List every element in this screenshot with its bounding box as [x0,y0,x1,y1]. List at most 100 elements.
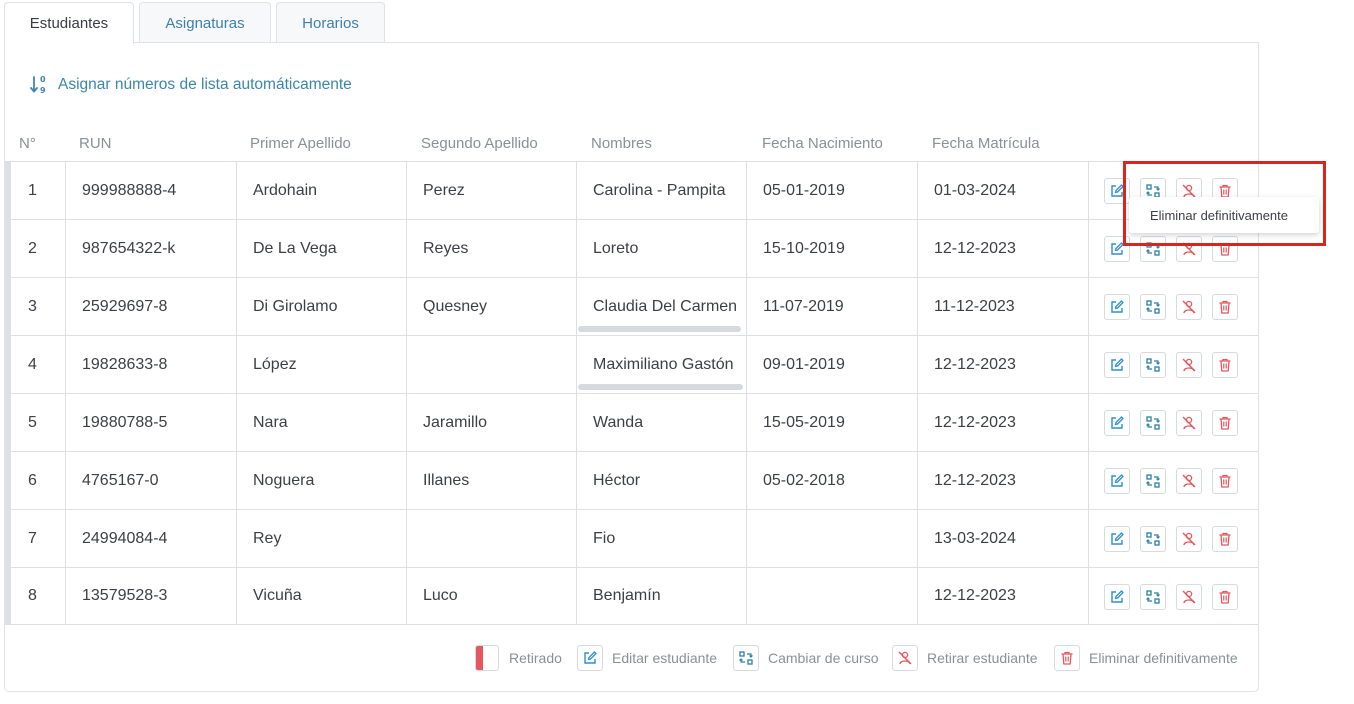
column-divider [1088,394,1089,451]
cell-run: 4765167-0 [82,471,159,489]
cell-fecha-matricula: 12-12-2023 [934,413,1016,431]
cell-segundo-apellido: Reyes [423,239,469,257]
tab-horarios[interactable]: Horarios [276,2,385,43]
cell-nombres: Héctor [593,471,641,489]
delete-student-button[interactable] [1212,410,1238,436]
column-divider [236,510,237,567]
cell-scrollbar[interactable] [578,384,743,390]
change-course-icon [1145,299,1161,315]
delete-student-button[interactable] [1212,468,1238,494]
column-divider [576,452,577,509]
change-course-button[interactable] [1140,410,1166,436]
edit-student-button[interactable] [1104,468,1130,494]
edit-icon [577,645,603,671]
edit-student-button[interactable] [1104,294,1130,320]
cell-nombres: Loreto [593,239,639,257]
cell-primer-apellido: De La Vega [253,239,337,257]
cell-run: 13579528-3 [82,587,168,604]
cell-n: 2 [28,239,37,257]
column-divider [1088,568,1089,624]
column-divider [406,510,407,567]
change-course-icon [1145,589,1161,605]
edit-student-button[interactable] [1104,352,1130,378]
withdraw-student-button[interactable] [1176,236,1202,262]
cell-segundo-apellido: Quesney [423,297,488,315]
cell-fecha-nacimiento: 05-02-2018 [763,471,845,489]
change-course-icon [1145,357,1161,373]
legend-retirado: Retirado [475,645,562,671]
cell-fecha-matricula: 01-03-2024 [934,181,1016,199]
column-divider [406,278,407,335]
change-course-button[interactable] [1140,236,1166,262]
col-header-fecha-nacimiento: Fecha Nacimiento [762,135,883,152]
withdraw-student-button[interactable] [1176,294,1202,320]
column-divider [406,336,407,393]
change-course-button[interactable] [1140,294,1166,320]
edit-student-button[interactable] [1104,178,1130,204]
column-divider [917,336,918,393]
change-course-button[interactable] [1140,468,1166,494]
change-course-button[interactable] [1140,584,1166,610]
edit-student-button[interactable] [1104,410,1130,436]
table-row: 6 4765167-0 Noguera Illanes Héctor 05-02-2018… [5,451,1258,509]
cell-run: 19880788-5 [82,413,168,431]
column-divider [917,278,918,335]
legend-retirar: Retirar estudiante [892,645,1038,671]
svg-text:9: 9 [40,86,46,95]
delete-student-button[interactable] [1212,584,1238,610]
cell-nombres: Wanda [593,413,644,431]
withdraw-student-button[interactable] [1176,352,1202,378]
withdraw-student-button[interactable] [1176,468,1202,494]
legend-editar: Editar estudiante [577,645,717,671]
trash-icon [1217,415,1233,431]
cell-n: 6 [28,471,37,489]
cell-segundo-apellido: Illanes [423,471,470,489]
edit-icon [1109,589,1125,605]
cell-nombres: Benjamín [593,587,661,604]
withdraw-student-button[interactable] [1176,526,1202,552]
edit-student-button[interactable] [1104,526,1130,552]
column-divider [917,220,918,277]
tab-estudiantes[interactable]: Estudiantes [4,2,134,44]
cell-primer-apellido: López [253,355,297,373]
cell-fecha-matricula: 12-12-2023 [934,239,1016,257]
cell-fecha-matricula: 12-12-2023 [934,471,1016,489]
column-divider [917,162,918,219]
remove-user-icon [1181,299,1197,315]
table-row: 1 999988888-4 Ardohain Perez Carolina - Pamp… [5,161,1258,219]
col-header-nombres: Nombres [591,135,652,152]
column-divider [65,568,66,624]
column-divider [576,162,577,219]
cell-n: 1 [28,181,37,199]
cell-primer-apellido: Ardohain [253,181,318,199]
retirado-swatch [475,645,499,671]
edit-student-button[interactable] [1104,236,1130,262]
change-course-button[interactable] [1140,526,1166,552]
col-header-n: N° [19,135,36,152]
delete-student-button[interactable] [1212,526,1238,552]
delete-student-button[interactable] [1212,352,1238,378]
withdraw-student-button[interactable] [1176,410,1202,436]
column-divider [1088,220,1089,277]
column-divider [65,278,66,335]
cell-run: 999988888-4 [82,181,177,199]
tab-asignaturas[interactable]: Asignaturas [139,2,271,43]
row-status-bar [5,510,11,567]
delete-student-button[interactable] [1212,294,1238,320]
cell-scrollbar[interactable] [578,326,741,332]
cell-fecha-nacimiento: 09-01-2019 [763,355,845,373]
column-divider [406,452,407,509]
legend-retirar-label: Retirar estudiante [927,650,1038,666]
column-divider [576,510,577,567]
cell-n: 3 [28,297,37,315]
edit-student-button[interactable] [1104,584,1130,610]
legend-editar-label: Editar estudiante [612,650,718,666]
delete-student-button[interactable] [1212,236,1238,262]
column-divider [746,452,747,509]
col-header-primer-apellido: Primer Apellido [250,135,351,152]
remove-user-icon [1181,473,1197,489]
column-divider [917,452,918,509]
auto-assign-numbers-link[interactable]: 0 9 Asignar números de lista automáticam… [30,74,352,96]
withdraw-student-button[interactable] [1176,584,1202,610]
change-course-button[interactable] [1140,352,1166,378]
